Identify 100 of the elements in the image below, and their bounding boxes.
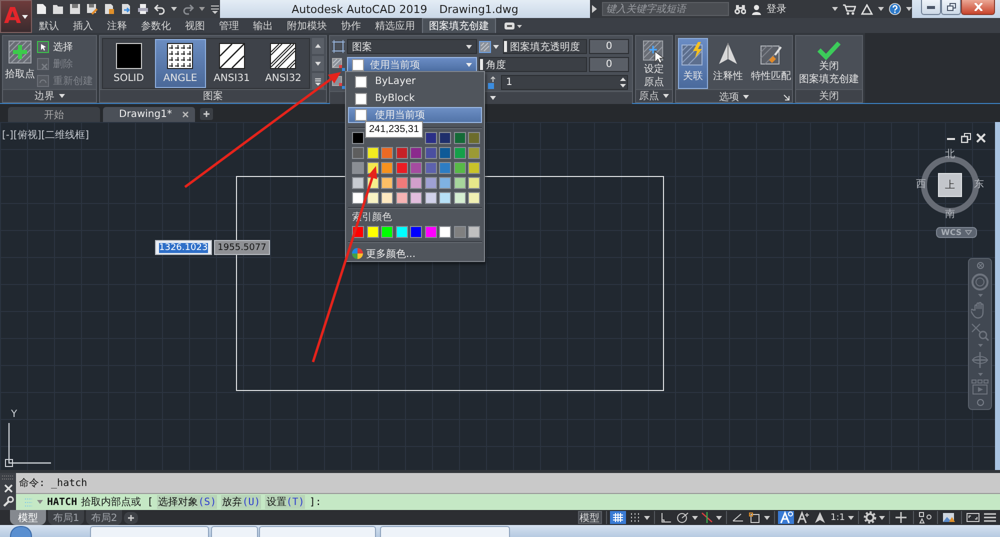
model-space-button[interactable]: 模型 (578, 511, 602, 524)
compass-label[interactable]: 北 (945, 149, 955, 161)
start-button[interactable] (10, 526, 32, 537)
color-swatch-icon[interactable] (381, 177, 393, 190)
color-swatch-icon[interactable] (396, 226, 408, 238)
close-hatch-creation-button[interactable]: 关闭 图案填充创建 (799, 38, 859, 89)
scale-input[interactable]: 1 (501, 75, 628, 90)
layout-tab[interactable]: 布局2 (86, 510, 122, 525)
scroll-up-icon[interactable] (312, 38, 324, 54)
binoculars-icon[interactable] (734, 4, 746, 14)
color-swatch-icon[interactable] (424, 177, 436, 190)
color-swatch-icon[interactable] (454, 162, 466, 174)
slider-thumb[interactable] (480, 59, 483, 70)
color-swatch-icon[interactable] (366, 147, 378, 160)
color-swatch-icon[interactable] (439, 192, 451, 204)
sign-in-button[interactable]: 登录 (751, 2, 838, 16)
coordinate-input[interactable]: 1955.5077 (214, 240, 270, 255)
color-swatch-icon[interactable] (410, 226, 422, 238)
color-swatch-icon[interactable] (352, 132, 364, 144)
pattern-option[interactable]: ANSI31 (206, 39, 258, 88)
caret-icon[interactable] (644, 516, 650, 520)
command-option-link[interactable]: 设置(T) (265, 495, 306, 509)
color-swatch-icon[interactable] (468, 132, 480, 144)
command-option-link[interactable]: 放弃(U) (221, 495, 262, 509)
ribbon-tab[interactable]: 精选应用 (368, 18, 422, 33)
color-swatch-icon[interactable] (468, 226, 480, 238)
settings-icon[interactable] (862, 511, 878, 524)
compass-label[interactable]: 南 (945, 209, 955, 221)
pattern-option[interactable]: SOLID (103, 39, 154, 88)
transparency-input[interactable]: 0 (589, 39, 629, 54)
color-swatch-icon[interactable] (468, 147, 480, 160)
color-swatch-icon[interactable] (381, 162, 393, 174)
caret-icon[interactable] (58, 94, 64, 98)
color-swatch-icon[interactable] (468, 192, 480, 204)
isolate-objects-icon[interactable] (917, 511, 933, 524)
option-button[interactable]: 关联 (678, 38, 708, 89)
more-colors-option[interactable]: 更多颜色... (348, 246, 482, 262)
color-swatch-icon[interactable] (396, 162, 408, 174)
caret-icon[interactable] (906, 7, 912, 11)
color-swatch-icon[interactable] (410, 162, 422, 174)
caret-icon[interactable] (466, 44, 472, 48)
annotation-autoscale-icon[interactable] (794, 511, 811, 524)
color-swatch-icon[interactable] (410, 177, 422, 190)
caret-icon[interactable] (490, 96, 496, 100)
color-swatch-icon[interactable] (454, 147, 466, 160)
minimize-button[interactable] (921, 0, 941, 15)
color-swatch-icon[interactable] (424, 192, 436, 204)
add-layout-icon[interactable] (124, 512, 138, 524)
color-swatch-icon[interactable] (352, 192, 364, 204)
plus-icon[interactable] (893, 511, 909, 524)
caret-icon[interactable] (663, 94, 669, 98)
color-swatch-icon[interactable] (439, 162, 451, 174)
ribbon-tab[interactable]: 管理 (212, 18, 246, 33)
color-swatch-icon[interactable] (424, 147, 436, 160)
command-option-link[interactable]: 选择对象(S) (157, 495, 218, 509)
color-swatch-icon[interactable] (352, 147, 364, 160)
color-swatch-icon[interactable] (454, 177, 466, 190)
viewcube-face[interactable]: 上 (938, 173, 962, 197)
coordinate-input[interactable]: 1326.1023 (155, 240, 212, 255)
ribbon-tab[interactable]: 视图 (178, 18, 212, 33)
caret-icon[interactable] (692, 516, 698, 520)
pick-points-button[interactable]: 拾取点 (5, 38, 35, 89)
color-swatch-icon[interactable] (468, 177, 480, 190)
option-button[interactable]: 注释性 (710, 38, 746, 89)
ribbon-tab[interactable]: 协作 (334, 18, 368, 33)
layout-tab[interactable]: 模型 (10, 510, 46, 525)
gallery-expand-icon[interactable] (312, 73, 324, 90)
boundary-tool-button[interactable]: 选择 (37, 39, 93, 55)
caret-icon[interactable] (716, 516, 722, 520)
help-icon[interactable] (889, 3, 901, 15)
customize-menu-icon[interactable] (210, 3, 220, 15)
cart-icon[interactable] (843, 4, 856, 14)
compass-label[interactable]: 东 (974, 179, 984, 191)
color-swatch-icon[interactable] (468, 162, 480, 174)
angle-slider[interactable]: 角度 (479, 57, 587, 72)
color-swatch-icon[interactable] (366, 192, 378, 204)
color-swatch-icon[interactable] (439, 132, 451, 144)
color-swatch-icon[interactable] (396, 147, 408, 160)
color-swatch-icon[interactable] (424, 162, 436, 174)
color-swatch-icon[interactable] (454, 192, 466, 204)
print-icon[interactable] (137, 3, 149, 15)
hatch-type-dropdown[interactable]: 图案 (347, 39, 477, 54)
option-button[interactable]: 特性匹配 (748, 38, 794, 89)
caret-icon[interactable] (493, 44, 499, 48)
panel-title[interactable]: 原点 (636, 89, 672, 102)
color-swatch-icon[interactable] (439, 226, 451, 238)
picture-icon[interactable] (941, 511, 957, 524)
close-button[interactable] (961, 0, 995, 15)
color-option[interactable]: ByBlock (348, 90, 482, 106)
file-tab[interactable]: 开始 (8, 107, 100, 122)
panel-title[interactable]: 边界 (3, 89, 96, 102)
wrench-icon[interactable] (2, 496, 14, 507)
ribbon-tab[interactable]: 输出 (246, 18, 280, 33)
color-swatch-icon[interactable] (352, 162, 364, 174)
color-swatch-icon[interactable] (366, 226, 378, 238)
restore-icon[interactable] (961, 133, 971, 143)
caret-icon[interactable] (171, 7, 177, 11)
transparency-slider[interactable]: 图案填充透明度 (503, 39, 587, 54)
file-tab[interactable]: Drawing1* (103, 107, 195, 122)
color-swatch-icon[interactable] (454, 132, 466, 144)
